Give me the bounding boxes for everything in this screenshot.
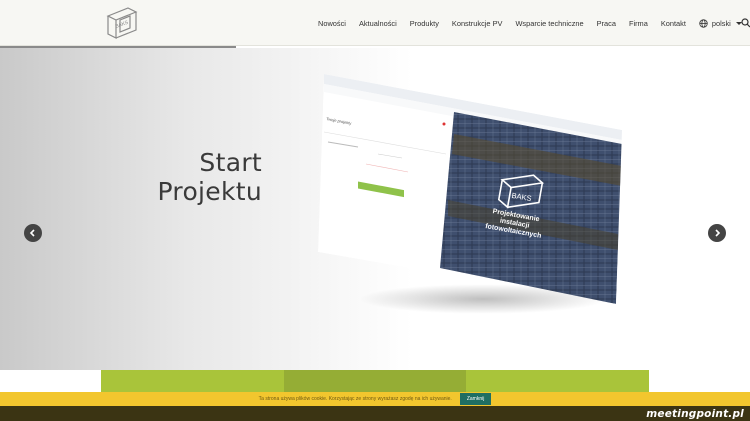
- globe-icon: [699, 18, 708, 28]
- feature-strip: [101, 370, 650, 392]
- feature-tile-2[interactable]: [283, 370, 467, 392]
- slider-next-button[interactable]: [708, 224, 726, 242]
- hero-title-line-1: Start: [199, 148, 262, 177]
- bottom-band: meetingpoint.pl: [0, 406, 750, 421]
- site-header: BAKS Nowości Aktualności Produkty Konstr…: [0, 0, 750, 46]
- feature-tile-3[interactable]: [466, 370, 650, 392]
- svg-text:BAKS: BAKS: [115, 19, 130, 29]
- language-label: polski: [711, 18, 731, 28]
- search-icon[interactable]: [741, 18, 750, 28]
- language-selector[interactable]: polski: [699, 19, 742, 28]
- cookie-close-button[interactable]: Zamknij: [459, 393, 492, 405]
- nav-item-wsparcie-techniczne[interactable]: Wsparcie techniczne: [515, 19, 583, 28]
- nav-item-firma[interactable]: Firma: [629, 19, 648, 28]
- hero-title-line-2: Projektu: [157, 177, 262, 206]
- app-screenshot-mockup: BAKS Projektowanie instalacji fotowoltai…: [318, 74, 624, 314]
- nav-item-aktualnosci[interactable]: Aktualności: [359, 19, 397, 28]
- nav-item-produkty[interactable]: Produkty: [410, 19, 439, 28]
- baks-logo[interactable]: BAKS: [104, 4, 140, 42]
- watermark: meetingpoint.pl: [646, 408, 744, 420]
- nav-item-praca[interactable]: Praca: [597, 19, 616, 28]
- nav-item-kontakt[interactable]: Kontakt: [661, 19, 686, 28]
- nav-item-nowosci[interactable]: Nowości: [318, 19, 346, 28]
- cookie-text: Ta strona używa plików cookie. Korzystaj…: [258, 396, 452, 402]
- cookie-bar: Ta strona używa plików cookie. Korzystaj…: [0, 392, 750, 406]
- chevron-left-icon: [29, 229, 35, 237]
- chevron-right-icon: [715, 229, 721, 237]
- mockup-image: BAKS Projektowanie instalacji fotowoltai…: [318, 74, 622, 304]
- main-nav: Nowości Aktualności Produkty Konstrukcje…: [318, 0, 742, 46]
- feature-tile-1[interactable]: [101, 370, 284, 392]
- mockup-shadow: [358, 284, 608, 314]
- slider-prev-button[interactable]: [24, 224, 42, 242]
- nav-item-konstrukcje-pv[interactable]: Konstrukcje PV: [452, 19, 503, 28]
- hero-title: Start Projektu: [157, 148, 262, 206]
